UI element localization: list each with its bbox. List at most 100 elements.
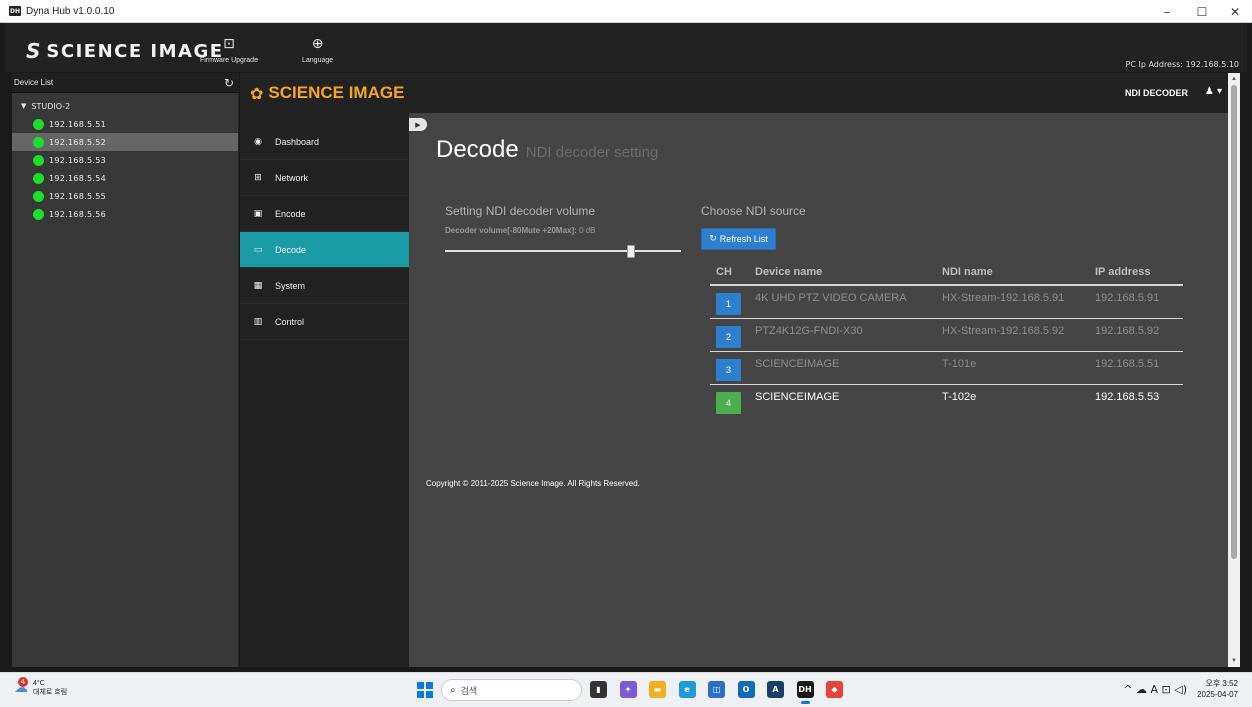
device-item[interactable]: 192.168.5.52 [12, 133, 238, 151]
taskbar-search[interactable]: ⌕ 검색 [441, 679, 582, 701]
caret-down-icon: ▼ [21, 102, 27, 110]
language-button[interactable]: ⊕ Language [302, 36, 333, 64]
windows-logo-icon [417, 691, 424, 698]
channel-select-button[interactable]: 3 [716, 358, 741, 381]
volume-label-text: Decoder volume[-80Mute +20Max]: [445, 226, 577, 235]
table-row[interactable]: 3 SCIENCEIMAGE T-101e 192.168.5.51 [710, 351, 1183, 385]
windows-logo-icon [417, 682, 424, 689]
ndi-name-cell: T-102e [942, 390, 977, 403]
firmware-upgrade-label: Firmware Upgrade [200, 57, 258, 64]
sidebar-collapse-button[interactable]: ▶ [409, 118, 427, 131]
device-item[interactable]: 192.168.5.55 [12, 187, 238, 205]
device-item[interactable]: 192.168.5.53 [12, 151, 238, 169]
channel-select-button[interactable]: 2 [716, 325, 741, 348]
device-list-title: Device List [14, 78, 54, 87]
refresh-icon[interactable]: ↻ [224, 76, 234, 90]
device-item[interactable]: 192.168.5.51 [12, 115, 238, 133]
dynahub-icon[interactable]: DH [796, 681, 814, 704]
start-button[interactable] [417, 682, 433, 698]
dashboard-icon: ◉ [254, 136, 262, 147]
column-header-ch: CH [710, 259, 755, 286]
nav-item-label: Encode [275, 208, 306, 219]
file-explorer-icon[interactable]: ▮ [590, 681, 607, 698]
device-ip: 192.168.5.53 [49, 155, 107, 165]
ip-address-cell: 192.168.5.92 [1095, 318, 1183, 352]
taskbar-clock[interactable]: 오후 3:52 2025-04-07 [1197, 678, 1238, 700]
cloud-icon: ☁ 4 [14, 677, 28, 696]
scroll-up-icon[interactable]: ▲ [1228, 73, 1240, 85]
user-menu-icon[interactable]: ♟ ▾ [1205, 86, 1222, 97]
app-a-icon[interactable]: A [767, 681, 784, 698]
language-label: Language [302, 57, 334, 64]
channel-select-button[interactable]: 4 [716, 391, 741, 414]
window-title-bar: DH Dyna Hub v1.0.0.10 – ☐ ✕ [0, 0, 1252, 23]
volume-slider[interactable] [445, 244, 681, 258]
nav-item-label: System [275, 280, 306, 291]
scrollbar-thumb[interactable] [1231, 85, 1237, 559]
device-name-cell: SCIENCEIMAGE [755, 390, 840, 403]
ndi-name-cell: HX-Stream-192.168.5.92 [942, 318, 1095, 352]
edge-icon[interactable]: e [678, 681, 696, 698]
network-icon: ⊞ [254, 172, 262, 183]
nav-item-network[interactable]: ⊞ Network [240, 160, 409, 196]
nav-item-control[interactable]: ▥ Control [240, 304, 409, 340]
nav-item-encode[interactable]: ▣ Encode [240, 196, 409, 232]
minimize-button[interactable]: – [1150, 0, 1184, 23]
remote-icon[interactable]: ◆ [826, 681, 843, 698]
vertical-scrollbar[interactable]: ▲ ▼ [1228, 73, 1240, 667]
brand-text: SCIENCE IMAGE [46, 40, 224, 62]
device-ip: 192.168.5.54 [49, 173, 107, 183]
status-online-icon [33, 172, 44, 184]
system-icon: ▦ [253, 280, 263, 291]
store-icon[interactable]: ◫ [708, 681, 725, 698]
ndi-source-rows: 1 4K UHD PTZ VIDEO CAMERA HX-Stream-192.16… [710, 285, 1183, 417]
device-item[interactable]: 192.168.5.54 [12, 169, 238, 187]
slider-thumb[interactable] [627, 245, 635, 258]
table-row[interactable]: 1 4K UHD PTZ VIDEO CAMERA HX-Stream-192.16… [710, 285, 1183, 319]
globe-icon: ⊕ [311, 36, 324, 52]
scroll-down-icon[interactable]: ▼ [1228, 655, 1240, 667]
slider-track[interactable] [445, 250, 681, 252]
system-tray[interactable]: ^ ☁ A ⊡ ◁) [1123, 683, 1187, 696]
weather-temp: 4°C [33, 680, 45, 687]
device-group[interactable]: ▼ STUDIO-2 [12, 97, 238, 115]
weather-widget[interactable]: ☁ 4 4°C 대체로 흐림 [14, 677, 67, 697]
page-title: Decode [436, 136, 519, 163]
search-placeholder: 검색 [460, 685, 478, 696]
status-online-icon [33, 136, 44, 148]
nav-item-dashboard[interactable]: ◉ Dashboard [240, 124, 409, 160]
volume-section-title: Setting NDI decoder volume [445, 204, 596, 218]
copilot-icon[interactable]: ✦ [619, 681, 637, 698]
windows-logo-icon [426, 682, 433, 689]
channel-select-button[interactable]: 1 [716, 293, 741, 315]
clock-time: 오후 3:52 [1205, 679, 1238, 688]
channel-cell: 3 [710, 351, 755, 385]
nav-item-label: Dashboard [275, 136, 320, 147]
nav-item-system[interactable]: ▦ System [240, 268, 409, 304]
web-content: ✿ SCIENCE IMAGE NDI DECODER ♟ ▾ ◉ Dashboa… [240, 73, 1228, 667]
device-item[interactable]: 192.168.5.56 [12, 205, 238, 223]
firmware-upgrade-button[interactable]: ⊡ Firmware Upgrade [200, 36, 258, 64]
close-button[interactable]: ✕ [1218, 0, 1252, 23]
folder-icon[interactable]: ▬ [649, 681, 666, 698]
ip-address-cell: 192.168.5.51 [1095, 351, 1183, 385]
device-group-label: STUDIO-2 [31, 101, 71, 111]
maximize-button[interactable]: ☐ [1185, 0, 1219, 23]
device-name-cell: 4K UHD PTZ VIDEO CAMERA [755, 285, 942, 319]
table-row[interactable]: 4 SCIENCEIMAGE T-102e 192.168.5.53 [710, 384, 1183, 417]
weather-text: 4°C 대체로 흐림 [33, 679, 67, 697]
app-icon: DH [9, 6, 21, 16]
refresh-list-button[interactable]: ↻ Refresh List [701, 228, 776, 250]
chip-icon: ⊡ [223, 36, 235, 52]
nav-item-decode[interactable]: ▭ Decode [240, 232, 409, 268]
encode-icon: ▣ [253, 208, 263, 219]
weather-desc: 대체로 흐림 [33, 689, 68, 696]
outlook-icon[interactable]: O [737, 681, 755, 698]
web-logo-text: SCIENCE IMAGE [268, 83, 405, 102]
copyright-text: Copyright © 2011-2025 Science Image. All… [426, 479, 640, 488]
web-logo[interactable]: ✿ SCIENCE IMAGE [250, 83, 404, 103]
channel-cell: 2 [710, 318, 755, 352]
ndi-name-cell: T-101e [942, 351, 1095, 385]
table-row[interactable]: 2 PTZ4K12G-FNDI-X30 HX-Stream-192.168.5.92… [710, 318, 1183, 352]
channel-cell: 4 [710, 384, 755, 417]
